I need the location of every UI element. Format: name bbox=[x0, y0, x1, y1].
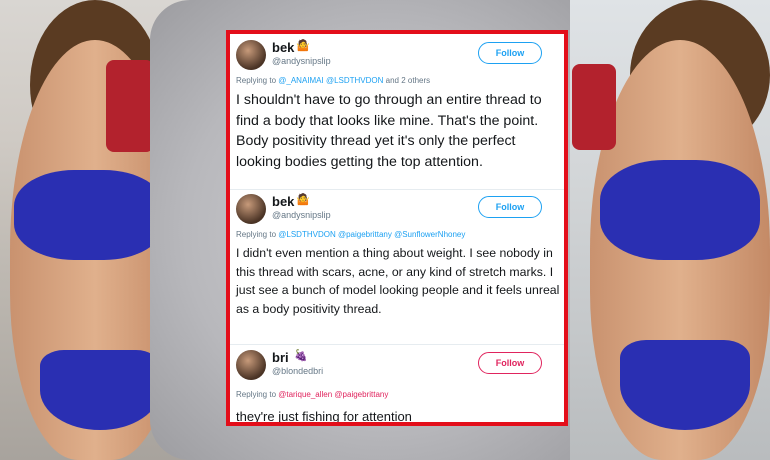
name-emoji-icon: 🤷 bbox=[296, 40, 310, 52]
bikini-bottom bbox=[620, 340, 750, 430]
tweet-screenshot-panel: bek 🤷 @andysnipslip Follow Replying to @… bbox=[226, 30, 568, 426]
follow-button[interactable]: Follow bbox=[478, 42, 542, 64]
mention-links[interactable]: @tarique_allen @paigebrittany bbox=[278, 390, 388, 399]
replying-to-label: Replying to bbox=[236, 230, 277, 239]
replying-to-label: Replying to bbox=[236, 76, 277, 85]
replying-to-label: Replying to bbox=[236, 390, 277, 399]
tweet-text: I shouldn't have to go through an entire… bbox=[236, 92, 542, 170]
tweet-text: they're just fishing for attention bbox=[236, 409, 412, 424]
divider bbox=[230, 189, 564, 190]
divider bbox=[230, 344, 564, 345]
background-photo-right bbox=[570, 0, 770, 460]
replying-to-others[interactable]: and 2 others bbox=[386, 76, 430, 85]
user-handle[interactable]: @andysnipslip bbox=[272, 210, 331, 220]
display-name[interactable]: bri bbox=[272, 350, 289, 365]
replying-to-line: Replying to @tarique_allen @paigebrittan… bbox=[236, 390, 388, 399]
replying-to-line: Replying to @LSDTHVDON @paigebrittany @S… bbox=[236, 230, 465, 239]
user-handle[interactable]: @andysnipslip bbox=[272, 56, 331, 66]
phone-shape bbox=[106, 60, 154, 152]
user-handle[interactable]: @blondedbri bbox=[272, 366, 323, 376]
replying-to-line: Replying to @_ANAIMAI @LSDTHVDON and 2 o… bbox=[236, 76, 430, 85]
bikini-top bbox=[14, 170, 164, 260]
name-emoji-icon: 🤷 bbox=[296, 194, 310, 206]
follow-button[interactable]: Follow bbox=[478, 352, 542, 374]
tweet-text: I didn't even mention a thing about weig… bbox=[236, 246, 560, 316]
mention-links[interactable]: @LSDTHVDON @paigebrittany @SunflowerNhon… bbox=[278, 230, 465, 239]
display-name[interactable]: bek bbox=[272, 194, 294, 209]
bikini-bottom bbox=[40, 350, 160, 430]
avatar[interactable] bbox=[236, 40, 266, 70]
follow-button[interactable]: Follow bbox=[478, 196, 542, 218]
bikini-top bbox=[600, 160, 760, 260]
avatar[interactable] bbox=[236, 350, 266, 380]
display-name[interactable]: bek bbox=[272, 40, 294, 55]
name-emoji-icon: 🍇 bbox=[294, 350, 308, 362]
mention-links[interactable]: @_ANAIMAI @LSDTHVDON bbox=[278, 76, 383, 85]
avatar[interactable] bbox=[236, 194, 266, 224]
phone-shape bbox=[572, 64, 616, 150]
